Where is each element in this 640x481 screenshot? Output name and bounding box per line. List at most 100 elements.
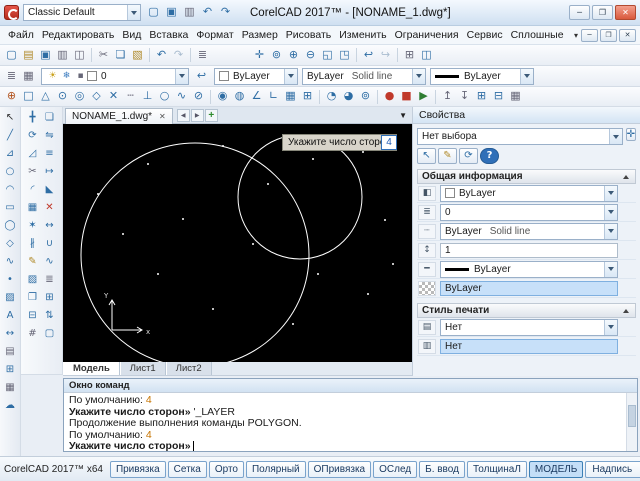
dimension-tool-icon[interactable]: ↔ bbox=[2, 325, 19, 343]
status-toggle-0[interactable]: Привязка bbox=[110, 461, 166, 478]
mirror-icon[interactable]: ⇋ bbox=[41, 127, 58, 145]
grid-display-icon[interactable]: ▦ bbox=[282, 88, 299, 105]
quick-select-icon[interactable]: ↖ bbox=[417, 148, 436, 164]
explode-group-icon[interactable]: ⊟ bbox=[24, 307, 41, 325]
menu-item-5[interactable]: Размер bbox=[238, 27, 282, 43]
snap-midpoint-icon[interactable]: △ bbox=[37, 88, 54, 105]
open-icon[interactable]: ▤ bbox=[20, 47, 37, 64]
workspace-select[interactable]: Classic Default bbox=[23, 4, 141, 21]
status-toggle-1[interactable]: Сетка bbox=[168, 461, 207, 478]
lineweight-select[interactable]: ByLayer bbox=[440, 261, 618, 278]
copy-icon[interactable]: ❏ bbox=[112, 47, 129, 64]
stretch-icon[interactable]: ↔ bbox=[41, 217, 58, 235]
transparency-field[interactable]: ByLayer bbox=[440, 281, 618, 296]
entity-properties-icon[interactable]: ≣ bbox=[194, 47, 211, 64]
pan-icon[interactable]: ✛ bbox=[251, 47, 268, 64]
entity-track-toggle-icon[interactable]: ◍ bbox=[231, 88, 248, 105]
collapse-icon[interactable] bbox=[621, 309, 631, 313]
extend-icon[interactable]: ↦ bbox=[41, 163, 58, 181]
snap-settings-icon[interactable]: ⊕ bbox=[3, 88, 20, 105]
app-icon[interactable] bbox=[4, 5, 19, 20]
paste-icon[interactable]: ▧ bbox=[129, 47, 146, 64]
lineweight-combo[interactable]: ByLayer bbox=[430, 68, 534, 85]
new-tab-icon[interactable]: + bbox=[205, 109, 218, 122]
command-scrollbar[interactable] bbox=[626, 393, 637, 451]
layers-manager-icon[interactable]: ≣ bbox=[3, 68, 20, 85]
ungroup-entities-icon[interactable]: ⊟ bbox=[490, 88, 507, 105]
fillet-icon[interactable]: ◜ bbox=[24, 181, 41, 199]
snap-perpendicular-icon[interactable]: ⊥ bbox=[139, 88, 156, 105]
sheet-manager-icon[interactable]: ⊞ bbox=[401, 47, 418, 64]
menu-item-2[interactable]: Вид bbox=[118, 27, 145, 43]
status-toggle-3[interactable]: Полярный bbox=[246, 461, 306, 478]
cloud-tool-icon[interactable]: ☁ bbox=[2, 397, 19, 415]
print-icon[interactable]: ▥ bbox=[54, 47, 71, 64]
rotate-icon[interactable]: ⟳ bbox=[24, 127, 41, 145]
child-restore-icon[interactable]: ❐ bbox=[600, 29, 617, 42]
polyline-tool-icon[interactable]: ⊿ bbox=[2, 145, 19, 163]
cut-icon[interactable]: ✂ bbox=[95, 47, 112, 64]
linestyle-select[interactable]: ByLayer Solid line bbox=[440, 223, 618, 240]
color-combo[interactable]: ByLayer bbox=[214, 68, 298, 85]
stop-macro-icon[interactable]: ■ bbox=[398, 88, 415, 105]
ccs-view-icon[interactable]: ⊚ bbox=[357, 88, 374, 105]
sheet-tab-2[interactable]: Лист2 bbox=[166, 362, 212, 375]
edit-hatch-icon[interactable]: ▨ bbox=[24, 271, 41, 289]
print-style-section-header[interactable]: Стиль печати bbox=[417, 303, 636, 318]
group-entities-icon[interactable]: ⊞ bbox=[473, 88, 490, 105]
spline-tool-icon[interactable]: ∿ bbox=[2, 253, 19, 271]
command-window-title[interactable]: Окно команд bbox=[64, 379, 637, 393]
send-back-icon[interactable]: ↧ bbox=[456, 88, 473, 105]
general-section-header[interactable]: Общая информация bbox=[417, 169, 636, 184]
new-drawing-icon[interactable]: ▢ bbox=[3, 47, 20, 64]
zoom-dynamic-icon[interactable]: ⊚ bbox=[268, 47, 285, 64]
image-tool-icon[interactable]: ▦ bbox=[2, 379, 19, 397]
command-history[interactable]: По умолчанию: 4Укажите число сторон» '_L… bbox=[64, 393, 637, 455]
layer-combo[interactable]: ☀❄▪ 0 bbox=[41, 68, 189, 85]
area-icon[interactable]: ▢ bbox=[41, 325, 58, 343]
selection-combo[interactable]: Нет выбора bbox=[417, 128, 623, 145]
view-previous-icon[interactable]: ↩ bbox=[360, 47, 377, 64]
polygon-tool-icon[interactable]: ◇ bbox=[2, 235, 19, 253]
clean-screen-icon[interactable]: ▦ bbox=[507, 88, 524, 105]
quick-new-icon[interactable]: ▢ bbox=[145, 4, 162, 21]
tab-prev-icon[interactable]: ◀ bbox=[177, 109, 190, 122]
child-minimize-icon[interactable]: ─ bbox=[581, 29, 598, 42]
arc-tool-icon[interactable]: ◠ bbox=[2, 181, 19, 199]
block-tool-icon[interactable]: ⊞ bbox=[2, 361, 19, 379]
snap-quadrant-icon[interactable]: ◇ bbox=[88, 88, 105, 105]
layer-previous-icon[interactable]: ↩ bbox=[193, 68, 210, 85]
zoom-in-icon[interactable]: ⊕ bbox=[285, 47, 302, 64]
menu-item-1[interactable]: Редактировать bbox=[38, 27, 119, 43]
scale-icon[interactable]: ◿ bbox=[24, 145, 41, 163]
maximize-icon[interactable]: ❐ bbox=[592, 5, 613, 20]
linetype-scale-field[interactable]: 1 bbox=[440, 243, 618, 258]
layer-freeze-icon[interactable]: ❄ bbox=[60, 70, 73, 83]
chamfer-icon[interactable]: ◣ bbox=[41, 181, 58, 199]
snap-mode-icon[interactable]: ⊞ bbox=[299, 88, 316, 105]
sheet-tab-0[interactable]: Модель bbox=[63, 362, 120, 375]
help-icon[interactable]: ? bbox=[480, 148, 499, 164]
dynamic-input-field[interactable]: 4 bbox=[381, 135, 397, 150]
trim-icon[interactable]: ✂ bbox=[24, 163, 41, 181]
copy-entity-icon[interactable]: ❏ bbox=[41, 109, 58, 127]
split-icon[interactable]: ∦ bbox=[24, 235, 41, 253]
chevron-down-icon[interactable] bbox=[284, 69, 297, 84]
status-toggle-8[interactable]: МОДЕЛЬ bbox=[529, 461, 583, 478]
child-close-icon[interactable]: ✕ bbox=[619, 29, 636, 42]
offset-icon[interactable]: ≡ bbox=[41, 145, 58, 163]
menu-item-4[interactable]: Формат bbox=[192, 27, 237, 43]
menu-item-0[interactable]: Файл bbox=[4, 27, 38, 43]
layer-lock-icon[interactable]: ▪ bbox=[74, 70, 87, 83]
pattern-icon[interactable]: ▦ bbox=[24, 199, 41, 217]
minimize-icon[interactable]: ─ bbox=[569, 5, 590, 20]
snap-intersection-icon[interactable]: ✕ bbox=[105, 88, 122, 105]
named-views-icon[interactable]: ◫ bbox=[418, 47, 435, 64]
close-icon[interactable]: ✕ bbox=[159, 112, 166, 121]
property-painter-icon[interactable]: ✎ bbox=[438, 148, 457, 164]
ccs-entity-icon[interactable]: ◕ bbox=[340, 88, 357, 105]
layer-on-icon[interactable]: ☀ bbox=[46, 70, 59, 83]
menu-item-8[interactable]: Ограничения bbox=[391, 27, 463, 43]
chevron-down-icon[interactable] bbox=[604, 320, 617, 335]
ccs-world-icon[interactable]: ◔ bbox=[323, 88, 340, 105]
